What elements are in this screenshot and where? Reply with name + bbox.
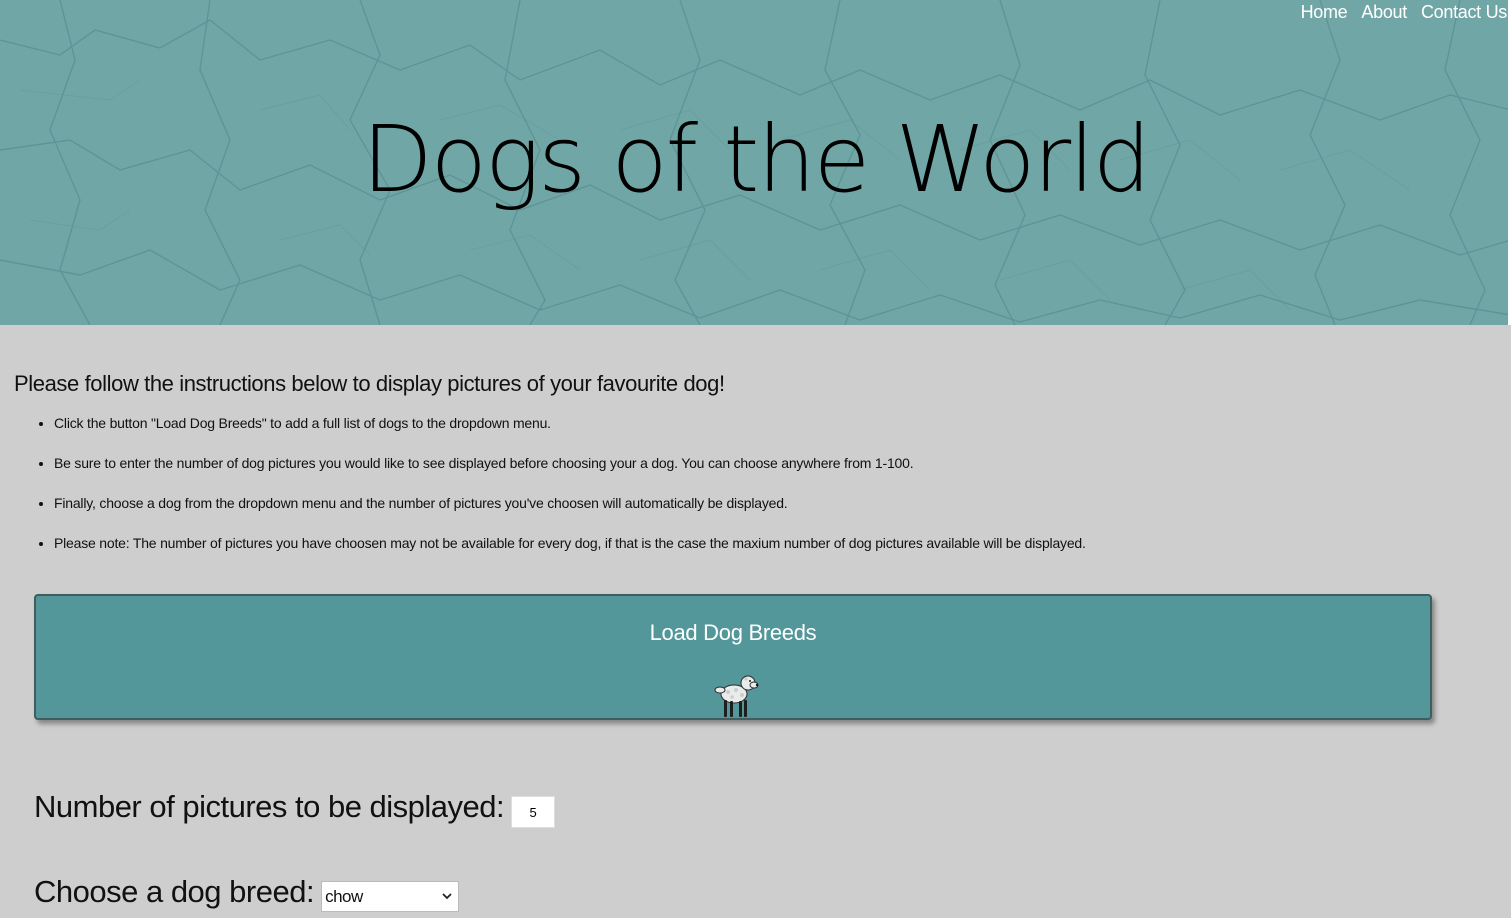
picture-count-input[interactable] [511, 796, 556, 828]
breed-row: Choose a dog breed: chow [34, 871, 460, 912]
breed-select-value: chow [325, 887, 363, 906]
instruction-item: Finally, choose a dog from the dropdown … [54, 493, 1511, 513]
intro-text: Please follow the instructions below to … [14, 371, 725, 396]
nav-home-link[interactable]: Home [1301, 0, 1348, 24]
top-nav: Home About Contact Us [1301, 0, 1508, 24]
instruction-item: Be sure to enter the number of dog pictu… [54, 453, 1511, 473]
picture-count-row: Number of pictures to be displayed: [34, 786, 556, 828]
instruction-item: Click the button "Load Dog Breeds" to ad… [54, 413, 1511, 433]
dog-icon [714, 675, 759, 717]
instructions-list: Click the button "Load Dog Breeds" to ad… [14, 413, 1511, 553]
picture-count-label: Number of pictures to be displayed: [34, 789, 505, 824]
breed-label: Choose a dog breed: [34, 873, 315, 909]
hero-banner: Home About Contact Us Dogs of the World [0, 0, 1511, 325]
instruction-item: Please note: The number of pictures you … [54, 533, 1511, 553]
nav-about-link[interactable]: About [1361, 0, 1407, 24]
breed-select[interactable]: chow [321, 881, 460, 912]
load-dog-breeds-button[interactable]: Load Dog Breeds [34, 594, 1432, 720]
page-title: Dogs of the World [361, 106, 1151, 213]
chevron-down-icon [442, 893, 452, 900]
main-content: Please follow the instructions below to … [0, 369, 1511, 553]
load-button-label: Load Dog Breeds [649, 620, 817, 645]
nav-contact-link[interactable]: Contact Us [1421, 0, 1507, 24]
